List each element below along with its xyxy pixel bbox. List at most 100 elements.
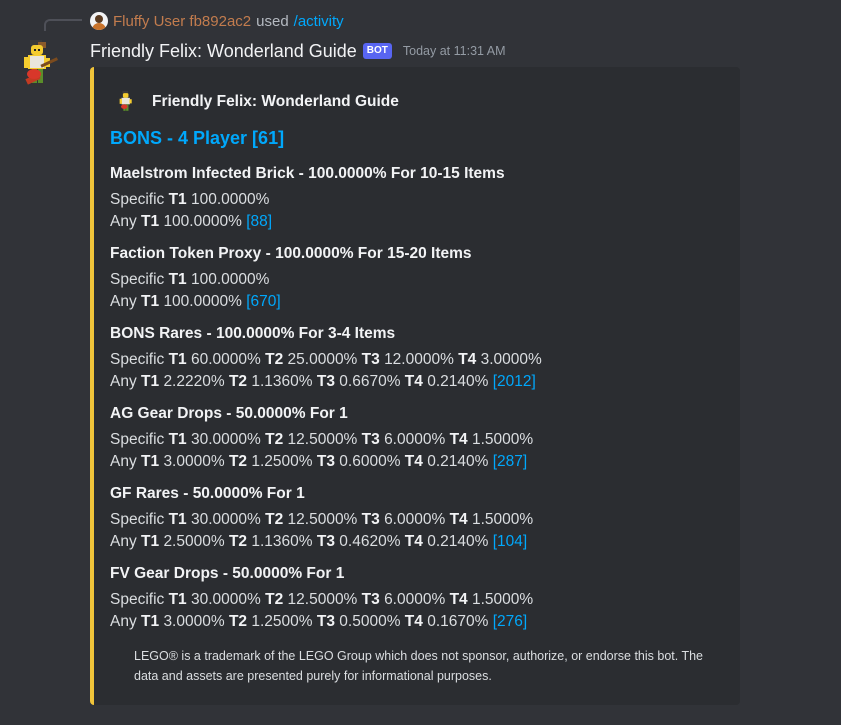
author-name[interactable]: Friendly Felix: Wonderland Guide: [90, 41, 357, 62]
tier-value: 12.0000%: [384, 351, 454, 368]
sample-count-link[interactable]: [276]: [493, 613, 527, 630]
any-label: Any: [110, 453, 137, 470]
tier-label: T4: [404, 373, 423, 390]
specific-label: Specific: [110, 511, 165, 528]
message-header: Friendly Felix: Wonderland Guide BOT Tod…: [90, 39, 506, 63]
tier-value: 100.0000%: [163, 213, 242, 230]
sample-count-link[interactable]: [88]: [246, 213, 272, 230]
embed-author-name: Friendly Felix: Wonderland Guide: [152, 93, 399, 110]
tier-value: 6.0000%: [384, 431, 446, 448]
tier-label: T2: [265, 591, 284, 608]
specific-odds-line: Specific T1 30.0000% T2 12.5000% T3 6.00…: [110, 429, 730, 451]
specific-label: Specific: [110, 431, 165, 448]
tier-label: T1: [141, 533, 160, 550]
tier-value: 1.2500%: [251, 613, 313, 630]
tier-label: T1: [168, 431, 187, 448]
any-label: Any: [110, 293, 137, 310]
embed-field: AG Gear Drops - 50.0000% For 1 Specific T…: [110, 403, 730, 483]
tier-label: T4: [449, 431, 468, 448]
tier-label: T3: [316, 613, 335, 630]
tier-label: T1: [168, 191, 187, 208]
any-odds-line: Any T1 100.0000% [670]: [110, 291, 730, 313]
any-label: Any: [110, 533, 137, 550]
tier-value: 0.2140%: [427, 533, 489, 550]
tier-value: 6.0000%: [384, 511, 446, 528]
tier-label: T2: [228, 533, 248, 550]
tier-label: T2: [265, 431, 284, 448]
tier-value: 2.2220%: [163, 373, 225, 390]
tier-label: T1: [168, 271, 187, 288]
tier-label: T4: [404, 533, 423, 550]
sample-count-link[interactable]: [104]: [493, 533, 527, 550]
specific-odds-line: Specific T1 30.0000% T2 12.5000% T3 6.00…: [110, 589, 730, 611]
specific-label: Specific: [110, 271, 165, 288]
tier-label: T2: [228, 453, 248, 470]
embed-card: Friendly Felix: Wonderland Guide BONS - …: [90, 67, 740, 705]
command-name[interactable]: /activity: [294, 13, 344, 30]
specific-label: Specific: [110, 191, 165, 208]
tier-value: 1.1360%: [251, 533, 313, 550]
specific-label: Specific: [110, 351, 165, 368]
tier-label: T1: [141, 213, 160, 230]
field-name: GF Rares - 50.0000% For 1: [110, 485, 305, 502]
tier-label: T3: [361, 511, 380, 528]
tier-value: 12.5000%: [287, 591, 358, 608]
tier-value: 100.0000%: [191, 191, 270, 208]
tier-value: 3.0000%: [480, 351, 542, 368]
embed-title[interactable]: BONS - 4 Player [61]: [110, 128, 284, 149]
used-text: used: [256, 12, 289, 30]
tier-value: 0.5000%: [339, 613, 401, 630]
any-odds-line: Any T1 3.0000% T2 1.2500% T3 0.6000% T4 …: [110, 451, 730, 473]
tier-value: 1.1360%: [251, 373, 313, 390]
tier-value: 100.0000%: [191, 271, 270, 288]
tier-label: T4: [404, 613, 423, 630]
embed-field: Maelstrom Infected Brick - 100.0000% For…: [110, 163, 730, 243]
user-avatar-icon[interactable]: [90, 12, 108, 30]
tier-label: T2: [228, 373, 248, 390]
any-odds-line: Any T1 2.2220% T2 1.1360% T3 0.6670% T4 …: [110, 371, 730, 393]
bot-tag: BOT: [362, 43, 392, 59]
tier-value: 12.5000%: [287, 431, 358, 448]
embed-fields: Maelstrom Infected Brick - 100.0000% For…: [110, 163, 730, 643]
bot-avatar[interactable]: [18, 36, 66, 92]
tier-label: T1: [141, 613, 160, 630]
field-name: AG Gear Drops - 50.0000% For 1: [110, 405, 348, 422]
timestamp[interactable]: Today at 11:31 AM: [403, 44, 506, 58]
sample-count-link[interactable]: [287]: [493, 453, 527, 470]
field-name: FV Gear Drops - 50.0000% For 1: [110, 565, 345, 582]
tier-label: T3: [361, 591, 380, 608]
tier-label: T4: [458, 351, 477, 368]
tier-value: 6.0000%: [384, 591, 446, 608]
tier-label: T1: [141, 373, 160, 390]
sample-count-link[interactable]: [2012]: [493, 373, 536, 390]
command-user-name[interactable]: Fluffy User fb892ac2: [113, 13, 251, 30]
field-name: Faction Token Proxy - 100.0000% For 15-2…: [110, 245, 472, 262]
command-use-line: Fluffy User fb892ac2 used /activity: [90, 10, 344, 32]
tier-label: T4: [404, 453, 423, 470]
tier-label: T1: [141, 453, 160, 470]
tier-value: 1.5000%: [471, 591, 534, 608]
specific-odds-line: Specific T1 30.0000% T2 12.5000% T3 6.00…: [110, 509, 730, 531]
any-label: Any: [110, 373, 137, 390]
tier-label: T3: [316, 533, 335, 550]
tier-label: T1: [168, 511, 187, 528]
sample-count-link[interactable]: [670]: [246, 293, 280, 310]
tier-value: 12.5000%: [287, 511, 358, 528]
tier-label: T3: [316, 453, 335, 470]
tier-value: 30.0000%: [191, 511, 261, 528]
field-name: BONS Rares - 100.0000% For 3-4 Items: [110, 325, 396, 342]
embed-field: GF Rares - 50.0000% For 1 Specific T1 30.…: [110, 483, 730, 563]
reply-spine: [44, 19, 82, 31]
tier-value: 100.0000%: [163, 293, 242, 310]
tier-value: 25.0000%: [287, 351, 358, 368]
embed-field: BONS Rares - 100.0000% For 3-4 Items Spec…: [110, 323, 730, 403]
specific-odds-line: Specific T1 100.0000%: [110, 189, 730, 211]
embed-field: FV Gear Drops - 50.0000% For 1 Specific T…: [110, 563, 730, 643]
tier-value: 3.0000%: [163, 453, 225, 470]
tier-value: 1.5000%: [471, 431, 534, 448]
any-label: Any: [110, 213, 137, 230]
embed-author: Friendly Felix: Wonderland Guide: [116, 89, 399, 115]
embed-field: Faction Token Proxy - 100.0000% For 15-2…: [110, 243, 730, 323]
tier-value: 2.5000%: [163, 533, 225, 550]
tier-value: 0.4620%: [339, 533, 401, 550]
